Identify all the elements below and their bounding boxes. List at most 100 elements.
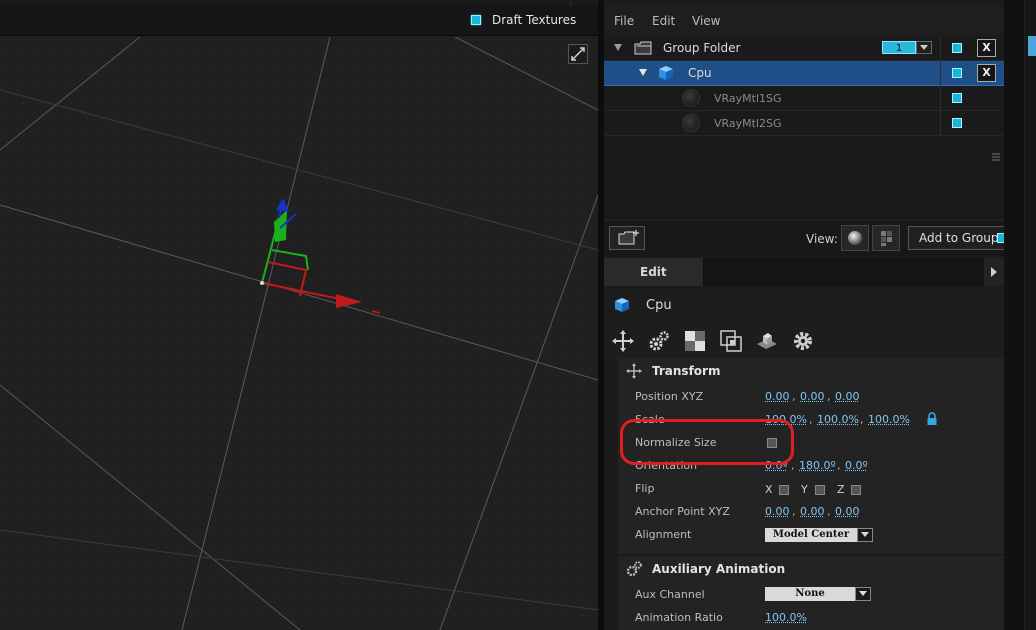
- material-visibility-checkbox[interactable]: [952, 93, 962, 103]
- viewport-top-strip: [0, 0, 598, 6]
- value-separator: ,: [809, 413, 813, 426]
- scale-label: Scale: [635, 413, 665, 426]
- value-separator: ,: [791, 459, 795, 472]
- viewport-toolbar: Draft Textures: [0, 0, 598, 36]
- group-folder-visibility-checkbox[interactable]: [952, 43, 962, 53]
- value-separator: ,: [792, 390, 796, 403]
- value-separator: ,: [792, 505, 796, 518]
- tree-row-cpu[interactable]: Cpu X: [604, 61, 1004, 86]
- tree-row-material[interactable]: VRayMtl2SG: [604, 111, 1004, 136]
- position-y-value[interactable]: 0.00: [800, 390, 825, 403]
- animation-ratio-label: Animation Ratio: [635, 611, 723, 624]
- flip-x-checkbox[interactable]: [779, 485, 789, 495]
- edit-tab-bar: Edit: [604, 258, 1004, 286]
- expand-icon: [571, 47, 585, 61]
- alignment-dropdown-arrow[interactable]: [857, 528, 873, 542]
- viewport-grid[interactable]: [0, 37, 598, 630]
- value-separator: ,: [827, 505, 831, 518]
- right-edge-tab[interactable]: [1028, 36, 1036, 56]
- view-label: View:: [806, 232, 838, 246]
- orientation-x-value[interactable]: 0.0º: [765, 459, 788, 472]
- expand-arrow-icon[interactable]: [614, 44, 622, 51]
- cpu-remove-button[interactable]: X: [977, 64, 996, 82]
- scale-z-value[interactable]: 100.0%: [868, 413, 910, 426]
- flip-z-label: Z: [837, 483, 845, 496]
- lock-icon[interactable]: [926, 412, 938, 426]
- 3d-viewport[interactable]: Draft Textures: [0, 0, 598, 630]
- animation-ratio-value[interactable]: 100.0%: [765, 611, 807, 624]
- row-separator: [940, 111, 941, 136]
- cpu-visibility-checkbox[interactable]: [952, 68, 962, 78]
- draft-textures-label: Draft Textures: [492, 13, 577, 27]
- checker-material-icon[interactable]: [684, 330, 706, 352]
- value-separator: ,: [837, 459, 841, 472]
- material-visibility-checkbox[interactable]: [952, 118, 962, 128]
- aux-channel-select[interactable]: None: [765, 587, 855, 601]
- orientation-y-value[interactable]: 180.0º: [799, 459, 836, 472]
- new-folder-icon: [618, 230, 639, 245]
- group-number-badge[interactable]: 1: [882, 41, 916, 54]
- group-folder-label: Group Folder: [663, 41, 741, 55]
- tree-scroll-grip-icon[interactable]: [992, 152, 1000, 166]
- sphere-icon: [848, 231, 862, 245]
- flip-y-checkbox[interactable]: [815, 485, 825, 495]
- anchor-z-value[interactable]: 0.00: [835, 505, 860, 518]
- position-x-value[interactable]: 0.00: [765, 390, 790, 403]
- transform-title: Transform: [652, 364, 721, 378]
- group-folder-remove-button[interactable]: X: [977, 39, 996, 57]
- row-separator: [940, 61, 941, 86]
- flip-label: Flip: [635, 482, 655, 495]
- aux-channel-label: Aux Channel: [635, 588, 705, 601]
- normalize-size-label: Normalize Size: [635, 436, 717, 449]
- orientation-z-value[interactable]: 0.0º: [845, 459, 868, 472]
- cpu-label: Cpu: [688, 66, 712, 80]
- expand-arrow-icon[interactable]: [639, 69, 647, 76]
- alignment-select[interactable]: Model Center: [765, 528, 857, 542]
- group-toolbar: View: Add to Group: [604, 220, 1018, 256]
- folder-icon: [634, 41, 652, 55]
- group-number-dropdown[interactable]: [916, 41, 932, 54]
- orientation-label: Orientation: [635, 459, 698, 472]
- normalize-size-checkbox[interactable]: [767, 438, 777, 448]
- transform-section: [618, 358, 1004, 554]
- flip-y-label: Y: [801, 483, 808, 496]
- object-header: Cpu: [604, 288, 1004, 322]
- animation-gears-icon: [626, 561, 642, 577]
- scale-x-value[interactable]: 100.0%: [765, 413, 807, 426]
- animation-gears-icon[interactable]: [648, 330, 670, 352]
- menu-edit[interactable]: Edit: [652, 14, 675, 28]
- viewport-top-divider: [570, 0, 571, 6]
- shadow-plane-icon[interactable]: [756, 330, 778, 352]
- draft-textures-checkbox[interactable]: [471, 15, 481, 25]
- aux-channel-dropdown-arrow[interactable]: [855, 587, 871, 601]
- settings-gear-icon[interactable]: [792, 330, 814, 352]
- cube-icon: [615, 298, 629, 312]
- maximize-viewport-button[interactable]: [568, 44, 588, 64]
- menu-bar: File Edit View: [604, 6, 1004, 36]
- flip-z-checkbox[interactable]: [851, 485, 861, 495]
- position-z-value[interactable]: 0.00: [835, 390, 860, 403]
- anchor-y-value[interactable]: 0.00: [800, 505, 825, 518]
- cube-icon: [659, 66, 673, 80]
- new-group-folder-button[interactable]: [609, 226, 645, 250]
- scale-y-value[interactable]: 100.0%: [817, 413, 859, 426]
- add-to-group-button[interactable]: Add to Group: [908, 226, 1018, 250]
- value-separator: ,: [860, 413, 864, 426]
- menu-view[interactable]: View: [692, 14, 720, 28]
- tab-scroll-right-button[interactable]: [984, 258, 1004, 286]
- deform-icon[interactable]: [720, 330, 742, 352]
- move-icon[interactable]: [612, 330, 634, 352]
- view-textures-button[interactable]: [872, 225, 900, 251]
- move-icon: [626, 363, 642, 379]
- anchor-point-label: Anchor Point XYZ: [635, 505, 730, 518]
- view-materials-button[interactable]: [841, 225, 869, 251]
- add-to-group-label: Add to Group: [919, 231, 999, 245]
- menu-file[interactable]: File: [614, 14, 634, 28]
- texture-tiles-icon: [881, 231, 892, 246]
- position-label: Position XYZ: [635, 390, 704, 403]
- tree-row-material[interactable]: VRayMtl1SG: [604, 86, 1004, 111]
- object-name: Cpu: [646, 298, 672, 313]
- tab-edit[interactable]: Edit: [604, 258, 704, 286]
- anchor-x-value[interactable]: 0.00: [765, 505, 790, 518]
- tree-row-group-folder[interactable]: Group Folder 1 X: [604, 36, 1004, 61]
